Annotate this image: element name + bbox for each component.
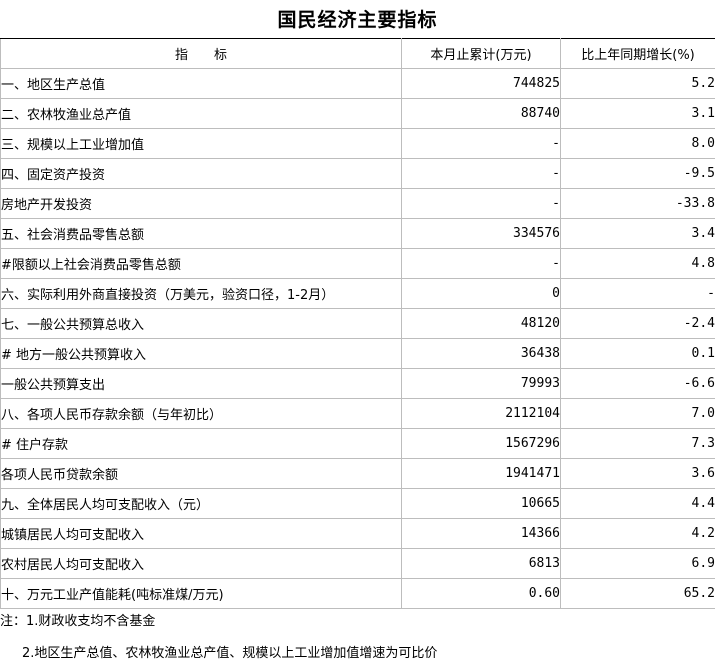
- table-row: 一、地区生产总值 744825 5.2: [0, 68, 715, 99]
- cumulative-value: -: [401, 188, 561, 219]
- indicator-name: 五、社会消费品零售总额: [0, 218, 402, 249]
- column-header-indicator: 指 标: [0, 38, 402, 69]
- table-row: # 地方一般公共预算收入 36438 0.1: [0, 338, 715, 369]
- table-row: # 住户存款 1567296 7.3: [0, 428, 715, 459]
- cumulative-value: 334576: [401, 218, 561, 249]
- indicator-name: 一、地区生产总值: [0, 68, 402, 99]
- cumulative-value: -: [401, 158, 561, 189]
- growth-value: 0.1: [560, 338, 715, 369]
- table-row: 十、万元工业产值能耗(吨标准煤/万元) 0.60 65.2: [0, 578, 715, 609]
- growth-value: -9.5: [560, 158, 715, 189]
- indicator-name: 六、实际利用外商直接投资（万美元，验资口径，1-2月）: [0, 278, 402, 309]
- indicator-name: 九、全体居民人均可支配收入（元）: [0, 488, 402, 519]
- table-row: 五、社会消费品零售总额 334576 3.4: [0, 218, 715, 249]
- table-row: 九、全体居民人均可支配收入（元） 10665 4.4: [0, 488, 715, 519]
- notes: 注：1.财政收支均不含基金 2.地区生产总值、农林牧渔业总产值、规模以上工业增加…: [0, 606, 715, 670]
- table-row: 六、实际利用外商直接投资（万美元，验资口径，1-2月） 0-: [0, 278, 715, 309]
- growth-value: -6.6: [560, 368, 715, 399]
- growth-value: 6.9: [560, 548, 715, 579]
- cumulative-value: 14366: [401, 518, 561, 549]
- indicator-name: 房地产开发投资: [0, 188, 402, 219]
- page-title: 国民经济主要指标: [277, 9, 438, 31]
- table-row: 农村居民人均可支配收入 6813 6.9: [0, 548, 715, 579]
- table-header-row: 指 标 本月止累计(万元) 比上年同期增长(%): [0, 38, 715, 69]
- cumulative-value: 2112104: [401, 398, 561, 429]
- growth-value: 7.3: [560, 428, 715, 459]
- growth-value: 4.2: [560, 518, 715, 549]
- growth-value: 4.8: [560, 248, 715, 279]
- cumulative-value: -: [401, 248, 561, 279]
- indicator-name: 三、规模以上工业增加值: [0, 128, 402, 159]
- cumulative-value: 6813: [401, 548, 561, 579]
- column-header-growth: 比上年同期增长(%): [560, 38, 715, 69]
- cumulative-value: 0: [401, 278, 561, 309]
- table-row: 一般公共预算支出 79993 -6.6: [0, 368, 715, 399]
- table-row: 各项人民币贷款余额 1941471 3.6: [0, 458, 715, 489]
- cumulative-value: 0.60: [401, 578, 561, 609]
- cumulative-value: 36438: [401, 338, 561, 369]
- note-line-1: 注：1.财政收支均不含基金: [0, 614, 156, 629]
- cumulative-value: 48120: [401, 308, 561, 339]
- table-row: 七、一般公共预算总收入 48120 -2.4: [0, 308, 715, 339]
- cumulative-value: 1567296: [401, 428, 561, 459]
- indicator-name: # 住户存款: [0, 428, 402, 459]
- table-row: 城镇居民人均可支配收入 14366 4.2: [0, 518, 715, 549]
- indicator-name: 一般公共预算支出: [0, 368, 402, 399]
- table-row: #限额以上社会消费品零售总额 -4.8: [0, 248, 715, 279]
- growth-value: 3.6: [560, 458, 715, 489]
- growth-value: 3.1: [560, 98, 715, 129]
- growth-value: 5.2: [560, 68, 715, 99]
- growth-value: 8.0: [560, 128, 715, 159]
- table-row: 八、各项人民币存款余额（与年初比） 2112104 7.0: [0, 398, 715, 429]
- indicator-name: 城镇居民人均可支配收入: [0, 518, 402, 549]
- indicator-name: 十、万元工业产值能耗(吨标准煤/万元): [0, 578, 402, 609]
- table-row: 四、固定资产投资 - -9.5: [0, 158, 715, 189]
- growth-value: 7.0: [560, 398, 715, 429]
- cumulative-value: 79993: [401, 368, 561, 399]
- growth-value: 4.4: [560, 488, 715, 519]
- growth-value: -33.8: [560, 188, 715, 219]
- cumulative-value: -: [401, 128, 561, 159]
- table-body: 一、地区生产总值 744825 5.2 二、农林牧渔业总产值 88740 3.1 三、规模以…: [0, 68, 715, 609]
- indicator-name: 四、固定资产投资: [0, 158, 402, 189]
- cumulative-value: 10665: [401, 488, 561, 519]
- indicator-name: 农村居民人均可支配收入: [0, 548, 402, 579]
- table-row: 房地产开发投资 - -33.8: [0, 188, 715, 219]
- table-row: 三、规模以上工业增加值 -8.0: [0, 128, 715, 159]
- indicator-name: 二、农林牧渔业总产值: [0, 98, 402, 129]
- cumulative-value: 88740: [401, 98, 561, 129]
- indicator-name: # 地方一般公共预算收入: [0, 338, 402, 369]
- growth-value: 65.2: [560, 578, 715, 609]
- note-line-2: 2.地区生产总值、农林牧渔业总产值、规模以上工业增加值增速为可比价: [22, 646, 438, 661]
- indicators-table: 指 标 本月止累计(万元) 比上年同期增长(%) 一、地区生产总值 744825 5…: [0, 38, 715, 609]
- indicator-name: 各项人民币贷款余额: [0, 458, 402, 489]
- indicator-name: #限额以上社会消费品零售总额: [0, 248, 402, 279]
- growth-value: -: [560, 278, 715, 309]
- indicator-name: 七、一般公共预算总收入: [0, 308, 402, 339]
- cumulative-value: 1941471: [401, 458, 561, 489]
- cumulative-value: 744825: [401, 68, 561, 99]
- indicator-name: 八、各项人民币存款余额（与年初比）: [0, 398, 402, 429]
- growth-value: -2.4: [560, 308, 715, 339]
- table-row: 二、农林牧渔业总产值 88740 3.1: [0, 98, 715, 129]
- growth-value: 3.4: [560, 218, 715, 249]
- column-header-cumulative: 本月止累计(万元): [401, 38, 561, 69]
